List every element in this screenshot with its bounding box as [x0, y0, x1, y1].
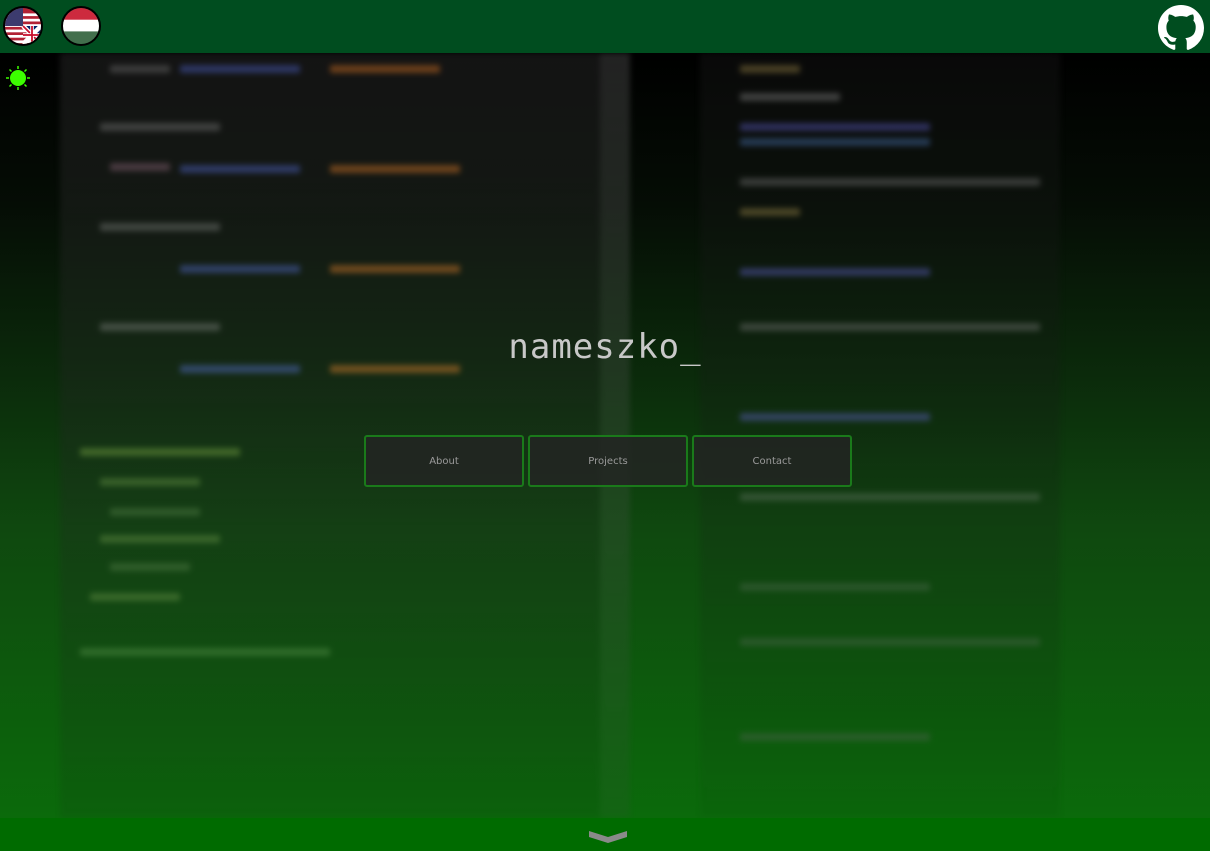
english-language-flag-icon[interactable]	[3, 6, 43, 46]
hungarian-language-flag-icon[interactable]	[61, 6, 101, 46]
hero-section: nameszko_ About Projects Contact	[0, 53, 1210, 818]
sun-icon[interactable]	[6, 66, 30, 90]
about-button[interactable]: About	[364, 435, 524, 487]
bottom-bar	[0, 818, 1210, 851]
top-bar	[0, 0, 1210, 53]
github-icon[interactable]	[1158, 5, 1204, 51]
chevron-down-icon[interactable]	[589, 829, 627, 845]
site-title: nameszko_	[508, 327, 702, 367]
contact-button[interactable]: Contact	[692, 435, 852, 487]
projects-button[interactable]: Projects	[528, 435, 688, 487]
